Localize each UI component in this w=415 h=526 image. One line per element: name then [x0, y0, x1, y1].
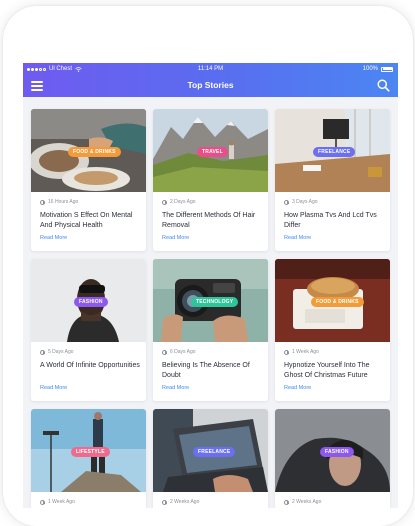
story-card[interactable]: FOOD & DRINKS 1 Week Ago Hypnotize Yours… — [275, 259, 390, 401]
story-meta: 2 Weeks Ago — [284, 499, 321, 505]
story-title[interactable]: The Different Methods Of Hair Removal — [162, 211, 262, 231]
story-time: 1 Week Ago — [292, 349, 319, 355]
story-card[interactable]: FOOD & DRINKS 16 Hours Ago Motivation S … — [31, 109, 146, 251]
category-label: TRAVEL — [202, 149, 223, 155]
clock-icon — [284, 499, 289, 505]
story-meta: 3 Days Ago — [284, 199, 318, 205]
story-card[interactable]: FREELANCE 2 Weeks Ago — [153, 409, 268, 508]
category-label: FASHION — [79, 299, 103, 305]
category-label: FOOD & DRINKS — [316, 299, 359, 305]
story-time: 2 Weeks Ago — [292, 499, 322, 505]
category-badge: FOOD & DRINKS — [68, 147, 121, 157]
app-screen: Ul Chest 11:14 PM 100% Top Stories FOOD … — [23, 63, 398, 508]
category-badge: FREELANCE — [313, 147, 356, 157]
category-label: TECHNOLOGY — [196, 299, 234, 305]
category-label: LIFESTYLE — [76, 449, 105, 455]
category-label: FREELANCE — [198, 449, 231, 455]
clock-icon — [162, 349, 167, 355]
story-card[interactable]: FASHION 2 Weeks Ago — [275, 409, 390, 508]
story-title[interactable]: How Plasma Tvs And Lcd Tvs Differ — [284, 211, 384, 231]
category-label: FOOD & DRINKS — [73, 149, 116, 155]
page-title: Top Stories — [187, 80, 234, 90]
story-meta: 1 Week Ago — [284, 349, 319, 355]
story-card[interactable]: TRAVEL 2 Days Ago The Different Methods … — [153, 109, 268, 251]
story-time: 16 Hours Ago — [48, 199, 79, 205]
story-meta: 1 Week Ago — [40, 499, 75, 505]
category-badge: TRAVEL — [197, 147, 228, 157]
status-time: 11:14 PM — [197, 66, 224, 72]
read-more-link[interactable]: Read More — [284, 235, 311, 241]
read-more-link[interactable]: Read More — [162, 235, 189, 241]
read-more-link[interactable]: Read More — [162, 385, 189, 391]
story-meta: 2 Weeks Ago — [162, 499, 199, 505]
story-meta: 6 Days Ago — [162, 349, 196, 355]
story-meta: 5 Days Ago — [40, 349, 74, 355]
category-badge: FREELANCE — [193, 447, 236, 457]
clock-icon — [40, 199, 45, 205]
read-more-link[interactable]: Read More — [284, 385, 311, 391]
category-label: FREELANCE — [318, 149, 351, 155]
story-time: 1 Week Ago — [48, 499, 75, 505]
story-meta: 2 Days Ago — [162, 199, 196, 205]
clock-icon — [284, 349, 289, 355]
battery-percent: 100% — [362, 66, 378, 72]
story-title[interactable]: Believing Is The Absence Of Doubt — [162, 361, 262, 381]
read-more-link[interactable]: Read More — [40, 235, 67, 241]
story-card[interactable]: LIFESTYLE 1 Week Ago — [31, 409, 146, 508]
story-card[interactable]: TECHNOLOGY 6 Days Ago Believing Is The A… — [153, 259, 268, 401]
clock-icon — [284, 199, 289, 205]
category-badge: FASHION — [320, 447, 354, 457]
story-card[interactable]: FASHION 5 Days Ago A World Of Infinite O… — [31, 259, 146, 401]
story-meta: 16 Hours Ago — [40, 199, 78, 205]
category-badge: FASHION — [74, 297, 108, 307]
story-time: 3 Days Ago — [292, 199, 318, 205]
status-right: 100% — [363, 63, 393, 75]
story-time: 6 Days Ago — [170, 349, 196, 355]
story-title[interactable]: Hypnotize Yourself Into The Ghost Of Chr… — [284, 361, 384, 381]
story-title[interactable]: A World Of Infinite Opportunities — [40, 361, 140, 371]
battery-icon — [381, 66, 393, 72]
story-card[interactable]: FREELANCE 3 Days Ago How Plasma Tvs And … — [275, 109, 390, 251]
search-icon[interactable] — [377, 79, 390, 92]
story-time: 5 Days Ago — [48, 349, 74, 355]
story-title[interactable]: Motivation S Effect On Mental And Physic… — [40, 211, 140, 231]
read-more-link[interactable]: Read More — [40, 385, 67, 391]
story-time: 2 Weeks Ago — [170, 499, 200, 505]
story-time: 2 Days Ago — [170, 199, 196, 205]
category-badge: LIFESTYLE — [71, 447, 110, 457]
category-label: FASHION — [325, 449, 349, 455]
clock-icon — [162, 199, 167, 205]
clock-icon — [40, 499, 45, 505]
status-bar: Ul Chest 11:14 PM 100% — [23, 63, 398, 75]
clock-icon — [40, 349, 45, 355]
app-bar: Top Stories — [23, 75, 398, 97]
device-frame: Ul Chest 11:14 PM 100% Top Stories FOOD … — [3, 6, 413, 526]
category-badge: FOOD & DRINKS — [311, 297, 364, 307]
clock-icon — [162, 499, 167, 505]
category-badge: TECHNOLOGY — [191, 297, 239, 307]
